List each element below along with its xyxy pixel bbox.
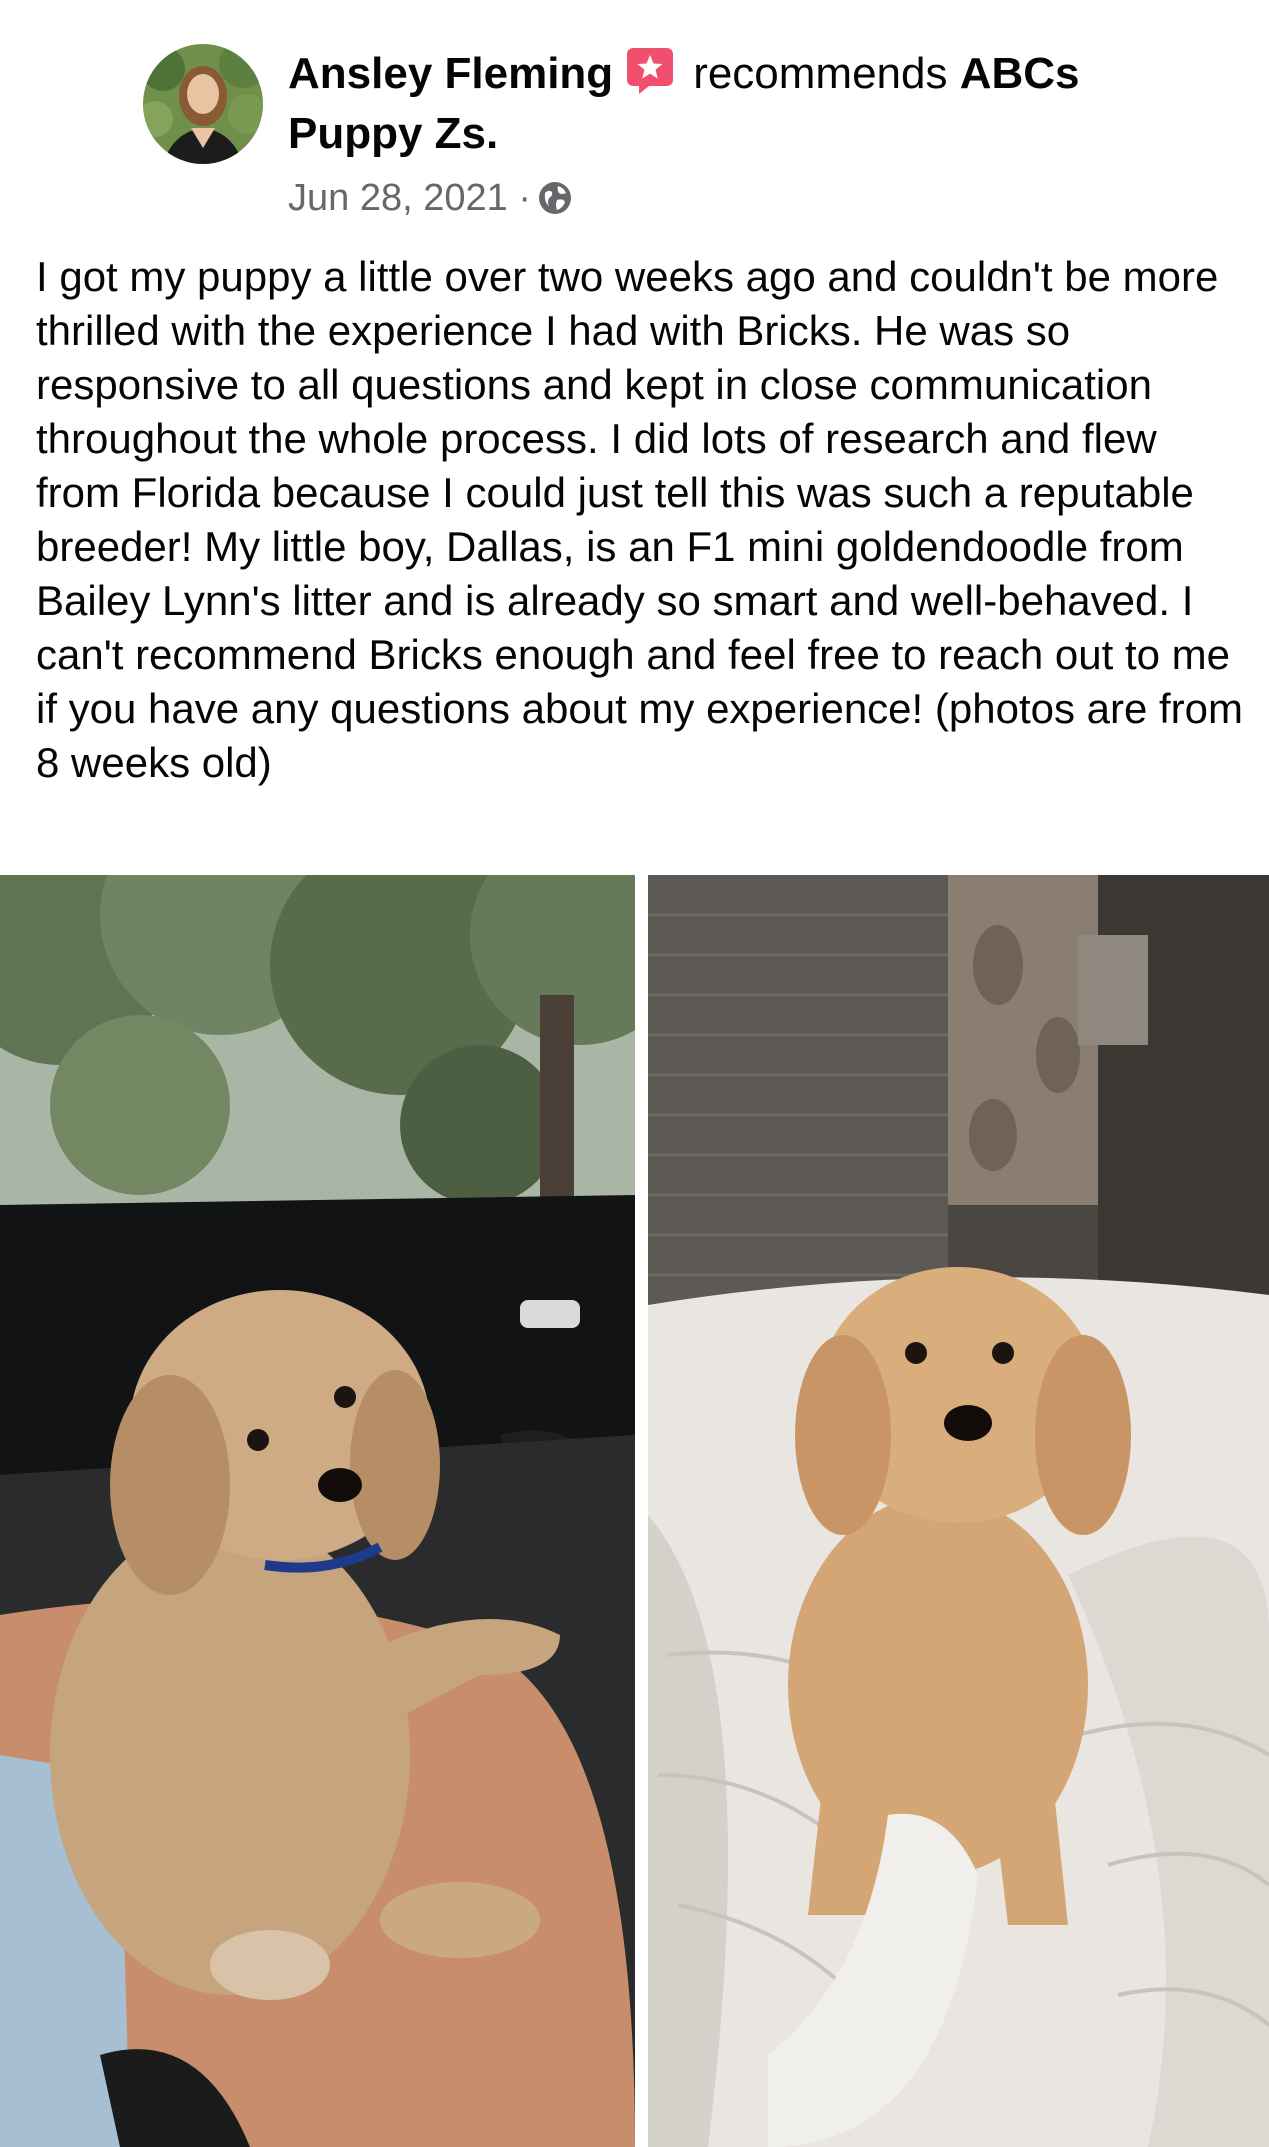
puppy-on-bed-photo[interactable]	[648, 875, 1269, 2147]
post-date[interactable]: Jun 28, 2021	[288, 177, 508, 219]
header-line-2: Puppy Zs.	[288, 104, 1228, 164]
author-name[interactable]: Ansley Fleming	[288, 49, 613, 98]
globe-icon	[537, 176, 573, 214]
post-meta: Jun 28, 2021 ·	[288, 170, 1228, 226]
meta-separator: ·	[518, 177, 531, 219]
post-body-text: I got my puppy a little over two weeks a…	[36, 253, 1244, 786]
header-line-1: Ansley Fleming recommends ABCs	[288, 44, 1228, 104]
page-name-part-1[interactable]: ABCs	[960, 49, 1080, 98]
puppy-in-car-photo[interactable]	[0, 875, 635, 2147]
post-header: Ansley Fleming recommends ABCs Puppy Zs. …	[0, 0, 1269, 240]
post-header-text: Ansley Fleming recommends ABCs Puppy Zs. …	[288, 44, 1228, 226]
page-name-part-2[interactable]: Puppy Zs.	[288, 109, 498, 158]
recommends-text: recommends	[693, 49, 948, 98]
recommendation-star-icon	[625, 46, 675, 96]
author-avatar[interactable]	[143, 44, 263, 164]
